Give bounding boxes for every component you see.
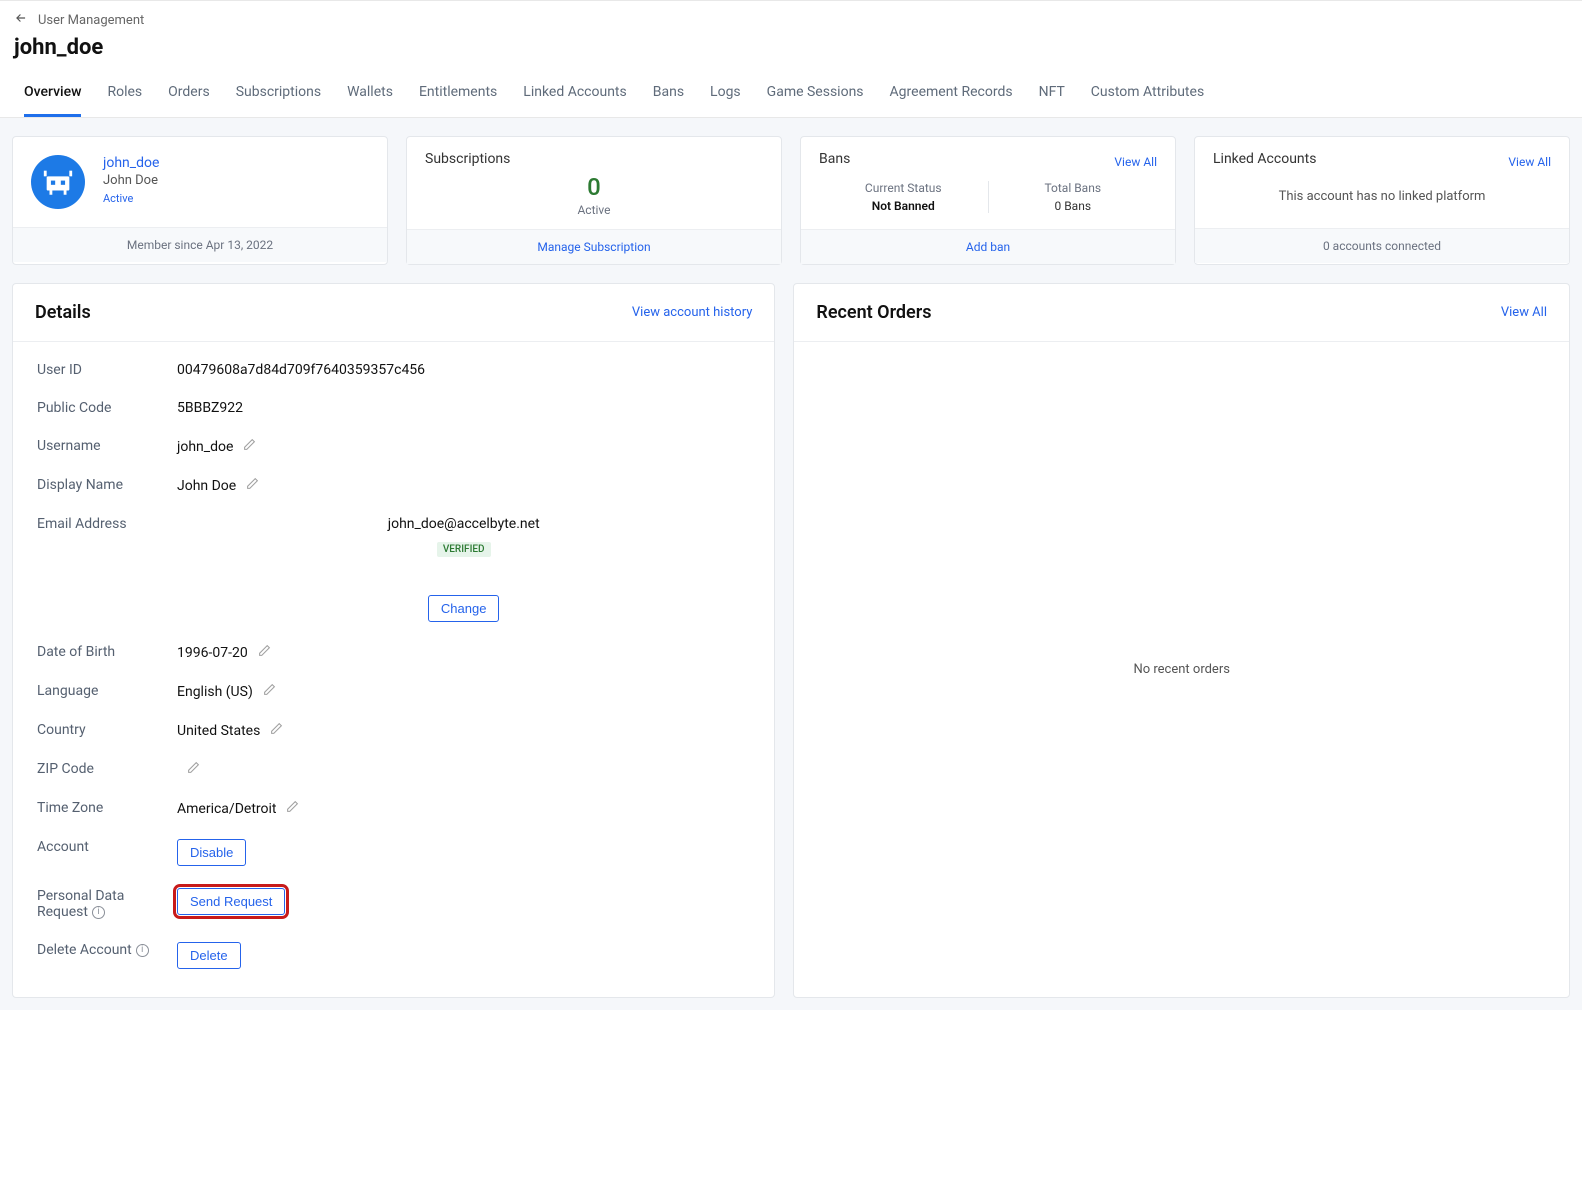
tab-agreement-records[interactable]: Agreement Records bbox=[890, 70, 1013, 117]
edit-language-icon[interactable] bbox=[263, 683, 276, 700]
delete-account-button[interactable]: Delete bbox=[177, 942, 241, 969]
linked-footer: 0 accounts connected bbox=[1195, 228, 1569, 263]
avatar bbox=[31, 155, 85, 209]
edit-dob-icon[interactable] bbox=[258, 644, 271, 661]
orders-empty: No recent orders bbox=[794, 342, 1569, 917]
email-verified-badge: VERIFIED bbox=[437, 542, 491, 557]
details-card: Details View account history User ID 004… bbox=[12, 283, 775, 998]
linked-view-all-link[interactable]: View All bbox=[1508, 155, 1551, 169]
back-arrow-icon[interactable] bbox=[14, 11, 28, 29]
language-label: Language bbox=[37, 683, 177, 699]
tab-orders[interactable]: Orders bbox=[168, 70, 210, 117]
tab-linked-accounts[interactable]: Linked Accounts bbox=[523, 70, 626, 117]
bans-current-status-label: Current Status bbox=[819, 181, 988, 195]
details-heading: Details bbox=[35, 302, 91, 323]
display-name-label: Display Name bbox=[37, 477, 177, 493]
add-ban-link[interactable]: Add ban bbox=[801, 229, 1175, 264]
user-id-value: 00479608a7d84d709f7640359357c456 bbox=[177, 362, 425, 378]
country-label: Country bbox=[37, 722, 177, 738]
edit-username-icon[interactable] bbox=[243, 438, 256, 455]
profile-card: john_doe John Doe Active Member since Ap… bbox=[12, 136, 388, 265]
dob-value: 1996-07-20 bbox=[177, 645, 248, 661]
timezone-value: America/Detroit bbox=[177, 801, 276, 817]
public-code-value: 5BBBZ922 bbox=[177, 400, 243, 416]
tab-nft[interactable]: NFT bbox=[1039, 70, 1065, 117]
bans-total-label: Total Bans bbox=[989, 181, 1158, 195]
tab-subscriptions[interactable]: Subscriptions bbox=[236, 70, 321, 117]
change-email-button[interactable]: Change bbox=[428, 595, 500, 622]
bans-total-value: 0 Bans bbox=[989, 199, 1158, 213]
email-label: Email Address bbox=[37, 516, 177, 532]
country-value: United States bbox=[177, 723, 260, 739]
breadcrumb: User Management bbox=[0, 1, 1582, 33]
public-code-label: Public Code bbox=[37, 400, 177, 416]
language-value: English (US) bbox=[177, 684, 253, 700]
orders-view-all-link[interactable]: View All bbox=[1501, 305, 1547, 320]
tab-roles[interactable]: Roles bbox=[107, 70, 142, 117]
linked-accounts-title: Linked Accounts bbox=[1213, 151, 1316, 167]
subscriptions-card: Subscriptions 0 Active Manage Subscripti… bbox=[406, 136, 782, 265]
subscriptions-title: Subscriptions bbox=[425, 151, 763, 167]
profile-username[interactable]: john_doe bbox=[103, 155, 159, 171]
email-value: john_doe@accelbyte.net bbox=[388, 516, 540, 532]
tab-bans[interactable]: Bans bbox=[653, 70, 684, 117]
view-account-history-link[interactable]: View account history bbox=[632, 305, 753, 320]
manage-subscription-link[interactable]: Manage Subscription bbox=[407, 229, 781, 264]
username-value: john_doe bbox=[177, 439, 233, 455]
breadcrumb-parent[interactable]: User Management bbox=[38, 13, 144, 28]
linked-accounts-card: Linked Accounts View All This account ha… bbox=[1194, 136, 1570, 265]
info-icon[interactable]: i bbox=[92, 906, 105, 919]
tab-game-sessions[interactable]: Game Sessions bbox=[767, 70, 864, 117]
pdr-label: Personal Data Requesti bbox=[37, 888, 177, 920]
edit-timezone-icon[interactable] bbox=[286, 800, 299, 817]
profile-status: Active bbox=[103, 192, 159, 205]
linked-empty: This account has no linked platform bbox=[1213, 173, 1551, 222]
profile-display-name: John Doe bbox=[103, 173, 159, 188]
edit-display-name-icon[interactable] bbox=[246, 477, 259, 494]
tab-custom-attributes[interactable]: Custom Attributes bbox=[1091, 70, 1204, 117]
display-name-value: John Doe bbox=[177, 478, 236, 494]
send-request-button[interactable]: Send Request bbox=[177, 888, 285, 915]
bans-current-status-value: Not Banned bbox=[819, 199, 988, 213]
tabs: Overview Roles Orders Subscriptions Wallets E… bbox=[0, 70, 1582, 118]
tab-wallets[interactable]: Wallets bbox=[347, 70, 393, 117]
username-label: Username bbox=[37, 438, 177, 454]
edit-zip-icon[interactable] bbox=[187, 761, 200, 778]
profile-member-since: Member since Apr 13, 2022 bbox=[13, 227, 387, 262]
zip-label: ZIP Code bbox=[37, 761, 177, 777]
subscriptions-status: Active bbox=[425, 203, 763, 217]
orders-heading: Recent Orders bbox=[816, 302, 931, 323]
bans-title: Bans bbox=[819, 151, 850, 167]
account-label: Account bbox=[37, 839, 177, 855]
recent-orders-card: Recent Orders View All No recent orders bbox=[793, 283, 1570, 998]
tab-entitlements[interactable]: Entitlements bbox=[419, 70, 497, 117]
info-icon[interactable]: i bbox=[136, 944, 149, 957]
subscriptions-count: 0 bbox=[425, 173, 763, 201]
page-title: john_doe bbox=[0, 33, 1582, 70]
bans-card: Bans View All Current Status Not Banned … bbox=[800, 136, 1176, 265]
edit-country-icon[interactable] bbox=[270, 722, 283, 739]
disable-account-button[interactable]: Disable bbox=[177, 839, 246, 866]
delete-account-label: Delete Accounti bbox=[37, 942, 177, 958]
dob-label: Date of Birth bbox=[37, 644, 177, 660]
tab-logs[interactable]: Logs bbox=[710, 70, 741, 117]
bans-view-all-link[interactable]: View All bbox=[1114, 155, 1157, 169]
timezone-label: Time Zone bbox=[37, 800, 177, 816]
user-id-label: User ID bbox=[37, 362, 177, 378]
tab-overview[interactable]: Overview bbox=[24, 70, 81, 117]
